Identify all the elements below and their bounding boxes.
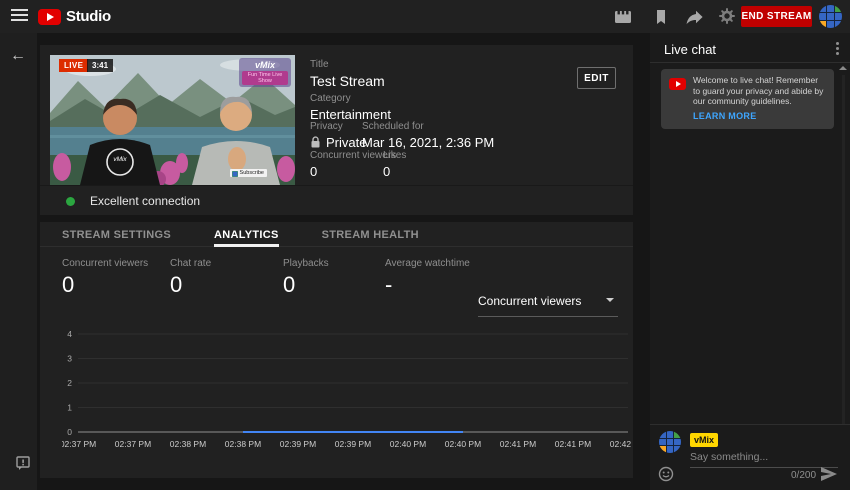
category-label: Category <box>310 93 391 104</box>
svg-text:02:38 PM: 02:38 PM <box>225 439 261 449</box>
hamburger-menu-icon[interactable] <box>11 9 28 23</box>
scheduled-field: Scheduled for Mar 16, 2021, 2:36 PM <box>362 121 494 150</box>
tab-stream-health[interactable]: STREAM HEALTH <box>322 222 419 246</box>
back-arrow-icon[interactable]: ← <box>10 47 26 65</box>
svg-text:02:37 PM: 02:37 PM <box>62 439 96 449</box>
svg-text:0: 0 <box>67 427 72 437</box>
metric-label: Playbacks <box>283 258 329 269</box>
svg-text:02:39 PM: 02:39 PM <box>280 439 316 449</box>
studio-wordmark: Studio <box>66 8 111 25</box>
metric-label: Concurrent viewers <box>62 258 148 269</box>
svg-text:02:37 PM: 02:37 PM <box>115 439 151 449</box>
svg-text:2: 2 <box>67 378 72 388</box>
kebab-menu-icon[interactable] <box>830 42 844 58</box>
emoji-icon[interactable] <box>658 466 674 482</box>
svg-text:1: 1 <box>67 403 72 413</box>
overlay-title: vMix <box>240 60 290 70</box>
connection-row: Excellent connection <box>40 185 633 215</box>
chevron-down-icon <box>606 298 614 302</box>
svg-text:02:40 PM: 02:40 PM <box>445 439 481 449</box>
title-label: Title <box>310 59 385 70</box>
metric-label: Chat rate <box>170 258 211 269</box>
account-avatar[interactable] <box>819 5 842 28</box>
concurrent-viewers-chart: 0 1 2 3 4 02:37 PM 02:37 PM 02:38 PM 02:38 PM 02:… <box>62 326 632 456</box>
feedback-icon[interactable] <box>15 455 31 471</box>
metric-label: Average watchtime <box>385 258 470 269</box>
top-bar: Studio END STREAM <box>0 0 850 33</box>
svg-text:3: 3 <box>67 354 72 364</box>
overlay-subtitle: Fun Time Live Show <box>242 71 288 85</box>
tab-stream-settings[interactable]: STREAM SETTINGS <box>62 222 171 246</box>
live-badge: LIVE <box>59 59 88 72</box>
svg-text:4: 4 <box>67 329 72 339</box>
subscribe-chip: Subscribe <box>230 169 267 177</box>
connection-status-text: Excellent connection <box>90 194 200 208</box>
send-icon[interactable] <box>820 466 838 482</box>
scheduled-label: Scheduled for <box>362 121 494 132</box>
elapsed-time-badge: 3:41 <box>87 59 113 72</box>
svg-text:02:38 PM: 02:38 PM <box>170 439 206 449</box>
likes-value: 0 <box>383 164 406 179</box>
category-value: Entertainment <box>310 107 391 122</box>
svg-text:02:39 PM: 02:39 PM <box>335 439 371 449</box>
divider <box>650 424 850 425</box>
metric-average-watchtime: Average watchtime - <box>385 258 470 298</box>
svg-text:02:40 PM: 02:40 PM <box>390 439 426 449</box>
likes-field: Likes 0 <box>383 150 406 179</box>
left-rail <box>0 33 37 490</box>
youtube-play-icon <box>38 9 61 25</box>
divider <box>650 62 850 63</box>
metric-value: 0 <box>62 272 148 298</box>
privacy-field: Privacy Private <box>310 121 366 150</box>
edit-button[interactable]: EDIT <box>577 67 616 89</box>
chat-username-badge: vMix <box>690 433 718 447</box>
chat-user-avatar <box>659 431 681 453</box>
metric-value: 0 <box>170 272 211 298</box>
film-icon[interactable] <box>614 9 632 25</box>
bookmark-icon[interactable] <box>652 9 670 25</box>
learn-more-link[interactable]: LEARN MORE <box>693 111 757 121</box>
tab-bar: STREAM SETTINGS ANALYTICS STREAM HEALTH <box>40 222 633 247</box>
metric-chat-rate: Chat rate 0 <box>170 258 211 298</box>
title-field: Title Test Stream <box>310 59 385 89</box>
scheduled-value: Mar 16, 2021, 2:36 PM <box>362 135 494 150</box>
privacy-label: Privacy <box>310 121 366 132</box>
youtube-studio-logo[interactable]: Studio <box>38 8 111 25</box>
metric-value: - <box>385 272 470 298</box>
youtube-play-icon <box>669 78 686 90</box>
char-counter: 0/200 <box>791 470 816 481</box>
video-info-panel: vMix LIVE 3:41 vMix Fun Time Live Show S… <box>40 45 633 215</box>
chat-message-input[interactable] <box>690 449 838 468</box>
end-stream-button[interactable]: END STREAM <box>741 6 812 27</box>
title-value: Test Stream <box>310 73 385 89</box>
metric-selector-value: Concurrent viewers <box>478 294 581 308</box>
tab-analytics[interactable]: ANALYTICS <box>214 222 279 246</box>
live-chat-panel: Live chat Welcome to live chat! Remember… <box>650 33 850 490</box>
metric-concurrent-viewers: Concurrent viewers 0 <box>62 258 148 298</box>
svg-text:02:41 PM: 02:41 PM <box>555 439 591 449</box>
chat-welcome-text: Welcome to live chat! Remember to guard … <box>693 75 827 107</box>
category-field: Category Entertainment <box>310 93 391 122</box>
live-chat-title: Live chat <box>664 42 716 57</box>
metric-selector-dropdown[interactable]: Concurrent viewers <box>478 292 618 317</box>
metric-value: 0 <box>283 272 329 298</box>
connection-status-dot <box>66 197 75 206</box>
analytics-panel: STREAM SETTINGS ANALYTICS STREAM HEALTH … <box>40 222 633 478</box>
svg-text:02:42 PM: 02:42 PM <box>610 439 632 449</box>
metric-playbacks: Playbacks 0 <box>283 258 329 298</box>
likes-label: Likes <box>383 150 406 161</box>
scroll-up-icon[interactable] <box>839 66 847 70</box>
privacy-value: Private <box>326 135 366 150</box>
svg-text:vMix: vMix <box>113 156 127 163</box>
gear-icon[interactable] <box>718 8 736 24</box>
share-icon[interactable] <box>685 9 703 25</box>
stream-overlay-logo: vMix Fun Time Live Show <box>239 58 291 87</box>
chat-scrollbar[interactable] <box>842 75 845 425</box>
svg-text:02:41 PM: 02:41 PM <box>500 439 536 449</box>
lock-icon <box>310 136 321 149</box>
chat-welcome-card: Welcome to live chat! Remember to guard … <box>661 69 834 129</box>
stream-preview[interactable]: vMix LIVE 3:41 vMix Fun Time Live Show S… <box>50 55 295 185</box>
